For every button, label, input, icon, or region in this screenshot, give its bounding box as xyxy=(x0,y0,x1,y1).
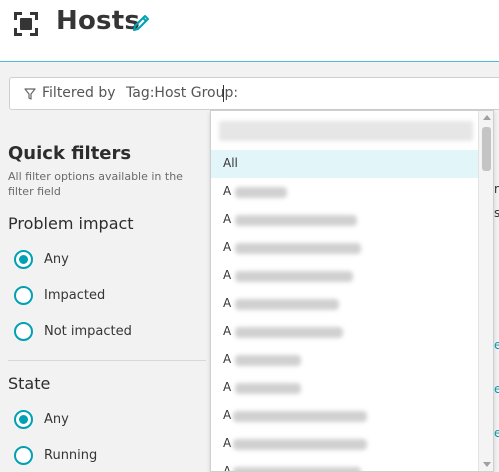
radio-label: Any xyxy=(44,251,69,267)
radio-label: Running xyxy=(44,447,98,463)
dropdown-search-redacted xyxy=(219,121,473,141)
radio-button[interactable] xyxy=(14,285,33,305)
quick-filters-subtitle: All filter options available in the filt… xyxy=(8,170,183,198)
dropdown-item[interactable]: A xyxy=(211,430,478,458)
filter-label: Filtered by xyxy=(42,85,116,101)
redacted-text xyxy=(235,327,343,338)
radio-label: Not impacted xyxy=(44,323,132,339)
text-caret xyxy=(223,85,224,102)
dropdown-item[interactable]: A xyxy=(211,234,478,262)
radio-state-any[interactable]: Any xyxy=(14,407,69,431)
radio-button[interactable] xyxy=(14,445,33,465)
redacted-text xyxy=(233,439,367,450)
dropdown-item-label: A xyxy=(223,352,232,366)
redacted-text xyxy=(235,187,287,198)
dropdown-item[interactable]: A xyxy=(211,178,478,206)
redacted-text xyxy=(235,383,301,394)
background-link-fragment: e xyxy=(494,338,499,352)
dropdown-item-label: A xyxy=(223,408,232,422)
redacted-text xyxy=(235,355,301,366)
dropdown-item-label: A xyxy=(223,268,232,282)
background-link-fragment: e xyxy=(494,426,499,440)
dropdown-item[interactable]: A xyxy=(211,206,478,234)
dropdown-item[interactable]: A xyxy=(211,374,478,402)
radio-button[interactable] xyxy=(14,321,33,341)
radio-label: Impacted xyxy=(44,287,106,303)
filter-field[interactable]: Filtered by Tag:Host Group: xyxy=(9,77,499,110)
background-text-fragment: r xyxy=(494,182,499,196)
redacted-text xyxy=(233,467,361,471)
dropdown-item[interactable]: A xyxy=(211,458,478,472)
scrollbar-thumb[interactable] xyxy=(482,127,491,171)
dropdown-item-label: A xyxy=(223,464,232,472)
dropdown-item-label: All xyxy=(223,156,238,170)
redacted-text xyxy=(235,215,357,226)
radio-button[interactable] xyxy=(14,409,33,429)
radio-state-running[interactable]: Running xyxy=(14,443,97,467)
background-link-fragment: e xyxy=(494,382,499,396)
dropdown-item[interactable]: A xyxy=(211,290,478,318)
scroll-up-arrow-icon[interactable] xyxy=(483,115,491,120)
scroll-down-arrow-icon[interactable] xyxy=(483,462,491,467)
tag-value-dropdown[interactable]: All A A A A A A A A A A A xyxy=(210,110,494,472)
radio-problem-impacted[interactable]: Impacted xyxy=(14,283,105,307)
dropdown-item-label: A xyxy=(223,240,232,254)
page-title: Hosts xyxy=(56,6,141,36)
radio-problem-not-impacted[interactable]: Not impacted xyxy=(14,319,132,343)
dropdown-scrollbar[interactable] xyxy=(478,111,493,471)
dropdown-item[interactable]: A xyxy=(211,346,478,374)
page-header: Hosts xyxy=(0,0,499,62)
dropdown-item-label: A xyxy=(223,296,232,310)
dropdown-item[interactable]: A xyxy=(211,318,478,346)
redacted-text xyxy=(235,271,353,282)
redacted-text xyxy=(233,411,367,422)
dropdown-item-label: A xyxy=(223,184,232,198)
dropdown-item-label: A xyxy=(223,212,232,226)
filter-token[interactable]: Tag:Host Group: xyxy=(126,85,238,101)
pencil-icon[interactable] xyxy=(131,13,151,33)
radio-problem-any[interactable]: Any xyxy=(14,247,69,271)
radio-button[interactable] xyxy=(14,249,33,269)
dropdown-item-all[interactable]: All xyxy=(211,150,478,178)
host-group-icon xyxy=(14,12,38,36)
funnel-icon xyxy=(24,88,36,100)
section-divider xyxy=(8,360,206,361)
problem-impact-title: Problem impact xyxy=(8,214,134,233)
redacted-text xyxy=(235,243,361,254)
dropdown-item-label: A xyxy=(223,436,232,450)
dropdown-item[interactable]: A xyxy=(211,262,478,290)
radio-label: Any xyxy=(44,411,69,427)
dropdown-item-label: A xyxy=(223,380,232,394)
dropdown-item[interactable]: A xyxy=(211,402,478,430)
dropdown-item-label: A xyxy=(223,324,232,338)
quick-filters-title: Quick filters xyxy=(8,143,132,164)
state-title: State xyxy=(8,374,51,393)
redacted-text xyxy=(235,299,339,310)
background-text-fragment: s xyxy=(494,206,499,220)
